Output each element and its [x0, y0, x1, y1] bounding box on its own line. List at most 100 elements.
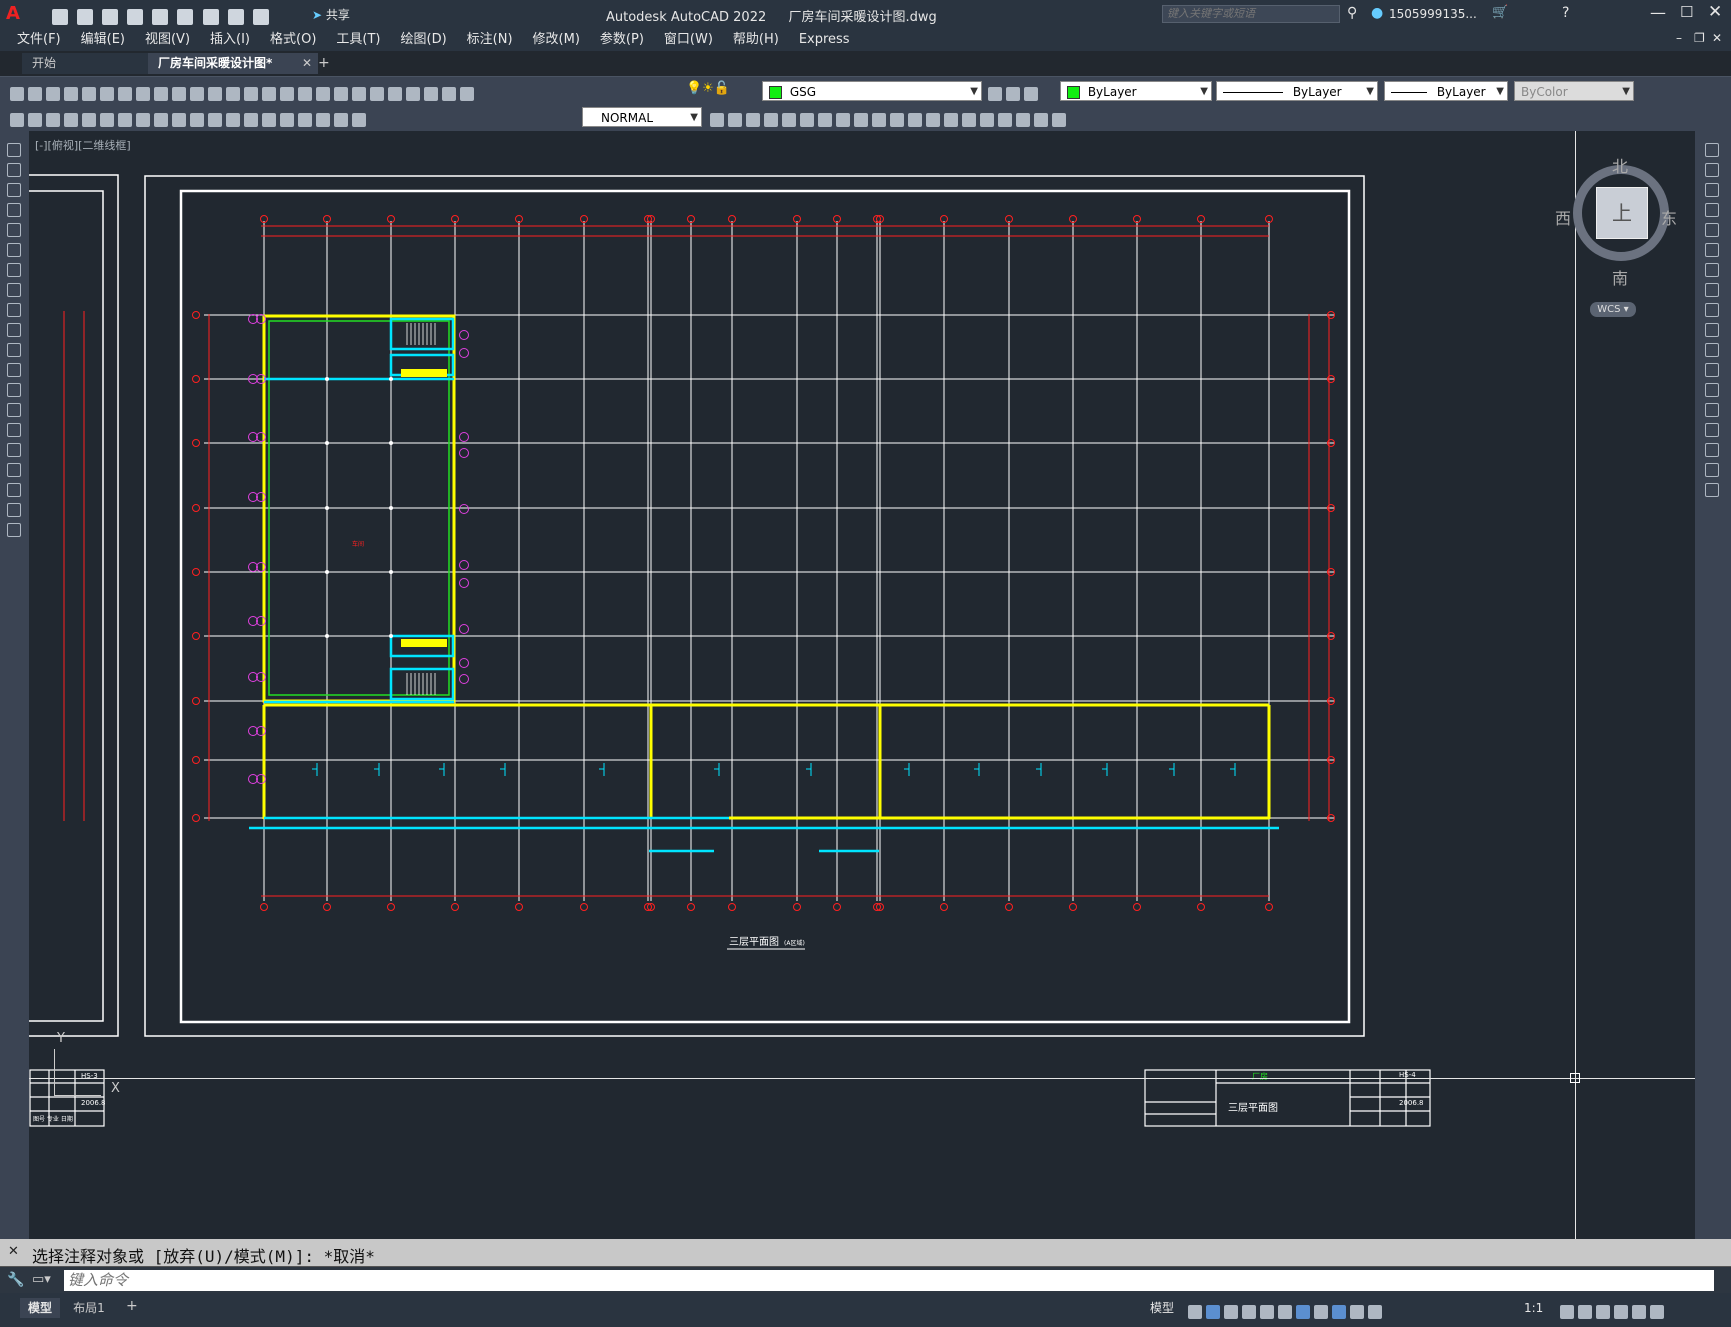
block-editor-icon[interactable] [208, 86, 222, 101]
save-web-icon[interactable] [177, 8, 194, 25]
plot-icon[interactable] [64, 86, 78, 101]
insert-block-icon[interactable] [7, 363, 21, 377]
ordinate-dim-icon[interactable] [82, 112, 96, 127]
erase-icon[interactable] [1705, 143, 1719, 157]
plotstyle-dropdown[interactable]: ByColor ▼ [1514, 81, 1634, 101]
continue-dim-icon[interactable] [208, 112, 222, 127]
menu-item[interactable]: 修改(M) [523, 29, 590, 51]
publish-icon[interactable] [100, 86, 114, 101]
menu-item[interactable]: 视图(V) [135, 29, 200, 51]
markup-icon[interactable] [406, 86, 420, 101]
3d-print-icon[interactable] [118, 86, 132, 101]
gear-icon[interactable] [1560, 1304, 1574, 1319]
make-block-icon[interactable] [7, 383, 21, 397]
clean-icon[interactable] [944, 112, 958, 127]
status-model-button[interactable]: 模型 [1150, 1299, 1174, 1316]
save-icon[interactable] [46, 86, 60, 101]
section-icon[interactable] [1052, 112, 1066, 127]
hatch-icon[interactable] [7, 423, 21, 437]
open-file-icon[interactable] [77, 8, 94, 25]
user-name[interactable]: 1505999135... [1389, 7, 1477, 21]
menu-item[interactable]: 参数(P) [590, 29, 654, 51]
point-icon[interactable] [7, 403, 21, 417]
menu-item[interactable]: 文件(F) [7, 29, 71, 51]
subtract-icon[interactable] [746, 112, 760, 127]
lineweight-icon[interactable] [1314, 1304, 1328, 1319]
arc-icon[interactable] [7, 243, 21, 257]
menu-item[interactable]: 窗口(W) [654, 29, 723, 51]
help-icon[interactable]: ? [1562, 5, 1569, 21]
gradient-icon[interactable] [7, 443, 21, 457]
clean-screen-icon[interactable] [1632, 1304, 1646, 1319]
command-close-icon[interactable]: ✕ [8, 1244, 19, 1259]
angular-dim-icon[interactable] [154, 112, 168, 127]
separate-icon[interactable] [962, 112, 976, 127]
delete-faces-icon[interactable] [836, 112, 850, 127]
mirror-icon[interactable] [1705, 183, 1719, 197]
array-icon[interactable] [1705, 223, 1719, 237]
ellipse-icon[interactable] [7, 323, 21, 337]
open-icon[interactable] [28, 86, 42, 101]
move-icon[interactable] [1705, 243, 1719, 257]
preview-icon[interactable] [82, 86, 96, 101]
dim-update-icon[interactable] [710, 112, 724, 127]
viewcube-face-top[interactable]: 上 [1596, 187, 1648, 239]
copy-faces-icon[interactable] [890, 112, 904, 127]
slice-icon[interactable] [1016, 112, 1030, 127]
move-faces-icon[interactable] [800, 112, 814, 127]
layout-tab-model[interactable]: 模型 [20, 1298, 60, 1318]
add-selected-icon[interactable] [7, 523, 21, 537]
menu-item[interactable]: 格式(O) [260, 29, 326, 51]
check-icon[interactable] [998, 112, 1012, 127]
add-layout-button[interactable]: + [126, 1298, 138, 1314]
share-button[interactable]: ➤ 共享 [312, 6, 350, 23]
cart-icon[interactable]: 🛒 [1492, 5, 1508, 20]
chamfer-icon[interactable] [1705, 423, 1719, 437]
extend-icon[interactable] [1705, 343, 1719, 357]
zoom-realtime-icon[interactable] [280, 86, 294, 101]
annotation-scale-value[interactable]: 1:1 [1524, 1301, 1543, 1315]
interfere-icon[interactable] [1034, 112, 1048, 127]
join-icon[interactable] [1705, 403, 1719, 417]
rectangle-icon[interactable] [7, 223, 21, 237]
circle-icon[interactable] [7, 263, 21, 277]
tab-start[interactable]: 开始 [22, 53, 162, 74]
menu-item[interactable]: 帮助(H) [723, 29, 789, 51]
annotation-scale-icon[interactable] [1368, 1304, 1382, 1319]
cad-drawing[interactable]: 三层平面图 (A区域) 车间 [29, 131, 1695, 1239]
search-icon[interactable]: ⚲ [1347, 5, 1357, 21]
polar-icon[interactable] [1242, 1304, 1256, 1319]
intersect-icon[interactable] [764, 112, 778, 127]
construction-line-icon[interactable] [7, 163, 21, 177]
imprint-icon[interactable] [926, 112, 940, 127]
user-icon[interactable]: ● [1371, 5, 1383, 21]
spline-icon[interactable] [7, 303, 21, 317]
command-input[interactable] [64, 1270, 1714, 1291]
help-icon[interactable] [442, 86, 456, 101]
break-at-point-icon[interactable] [1705, 363, 1719, 377]
wrench-icon[interactable]: 🔧 [7, 1272, 24, 1288]
menu-item[interactable]: 绘图(D) [391, 29, 457, 51]
undo-icon[interactable] [227, 8, 244, 25]
layer-walk-icon[interactable] [1024, 86, 1038, 101]
trim-icon[interactable] [1705, 323, 1719, 337]
copy-icon[interactable] [154, 86, 168, 101]
offset-icon[interactable] [1705, 203, 1719, 217]
fillet-icon[interactable] [1705, 443, 1719, 457]
save-as-icon[interactable] [127, 8, 144, 25]
linear-dim-icon[interactable] [28, 112, 42, 127]
search-input[interactable] [1162, 5, 1340, 23]
shell-icon[interactable] [980, 112, 994, 127]
new-file-icon[interactable] [52, 8, 68, 25]
isolate-objects-icon[interactable] [1596, 1304, 1610, 1319]
open-web-icon[interactable] [152, 8, 169, 25]
minimize-button[interactable]: — [1650, 3, 1666, 22]
polyline-icon[interactable] [7, 183, 21, 197]
line-icon[interactable] [7, 143, 21, 157]
layer-properties-icon[interactable] [460, 86, 474, 101]
cut-icon[interactable] [136, 86, 150, 101]
break-icon[interactable] [1705, 383, 1719, 397]
dimstyle-dropdown[interactable]: NORMAL ▼ [582, 107, 702, 127]
tool-palettes-icon[interactable] [370, 86, 384, 101]
polygon-icon[interactable] [7, 203, 21, 217]
